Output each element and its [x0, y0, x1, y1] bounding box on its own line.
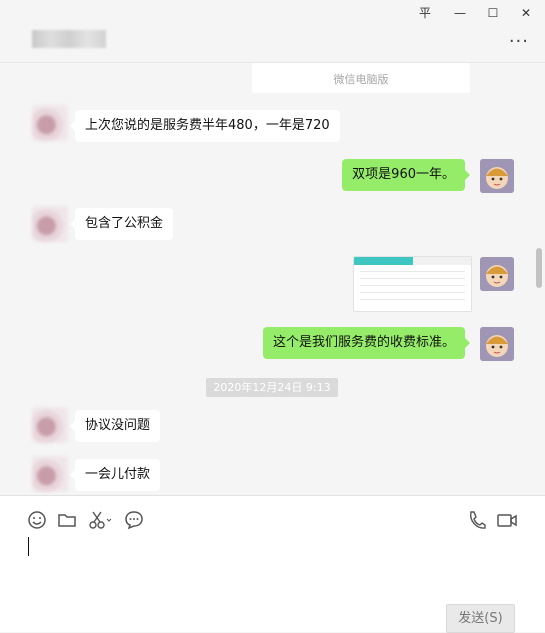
- cartoon-avatar-icon: [480, 327, 514, 361]
- input-panel: 发送(S): [0, 495, 545, 633]
- scissors-icon[interactable]: [87, 509, 113, 531]
- more-options-button[interactable]: ···: [509, 31, 529, 52]
- contact-avatar[interactable]: [32, 206, 68, 242]
- message-bubble-outgoing[interactable]: 这个是我们服务费的收费标准。: [262, 327, 471, 359]
- phone-icon[interactable]: [466, 509, 488, 531]
- message-bubble-incoming[interactable]: 协议没问题: [69, 410, 161, 442]
- contact-avatar[interactable]: [32, 456, 68, 492]
- message-bubble-outgoing[interactable]: 双项是960一年。: [342, 159, 470, 191]
- chat-area[interactable]: 微信电脑版 上次您说的是服务费半年480，一年是720 双项是960一年。 包含…: [0, 63, 545, 495]
- message-bubble-incoming[interactable]: 包含了公积金: [69, 208, 174, 240]
- close-button[interactable]: ✕: [514, 4, 538, 22]
- minimize-button[interactable]: —: [448, 4, 472, 22]
- title-bar: 平 — ☐ ✕ ···: [0, 0, 545, 63]
- contact-name-blurred: [32, 30, 106, 48]
- contact-avatar[interactable]: [32, 105, 68, 141]
- chat-history-icon[interactable]: [123, 509, 145, 531]
- table-screenshot-icon: [354, 257, 471, 265]
- timestamp: 2020年12月24日 9:13: [206, 378, 338, 397]
- image-message[interactable]: [353, 256, 472, 312]
- contact-avatar[interactable]: [32, 407, 68, 443]
- pin-button[interactable]: 平: [413, 4, 437, 22]
- my-avatar[interactable]: [480, 257, 514, 291]
- cartoon-avatar-icon: [480, 159, 514, 193]
- scrollbar-thumb[interactable]: [536, 248, 542, 288]
- maximize-button[interactable]: ☐: [481, 4, 505, 22]
- message-input-cursor[interactable]: [28, 537, 29, 556]
- emoji-icon[interactable]: [26, 509, 48, 531]
- message-bubble-incoming[interactable]: 上次您说的是服务费半年480，一年是720: [70, 110, 340, 142]
- video-icon[interactable]: [495, 509, 519, 531]
- system-note: 微信电脑版: [252, 63, 470, 93]
- my-avatar[interactable]: [480, 327, 514, 361]
- my-avatar[interactable]: [480, 159, 514, 193]
- message-bubble-incoming[interactable]: 一会儿付款: [69, 459, 161, 491]
- cartoon-avatar-icon: [480, 257, 514, 291]
- folder-icon[interactable]: [56, 509, 78, 531]
- send-button[interactable]: 发送(S): [446, 604, 515, 633]
